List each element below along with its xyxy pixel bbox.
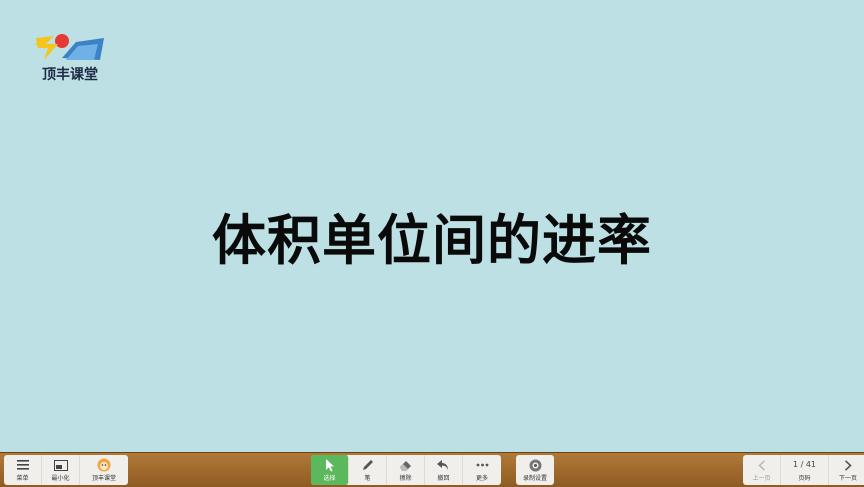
page-indicator: 1 / 41 bbox=[792, 460, 817, 469]
minimize-button[interactable]: 最小化 bbox=[42, 455, 80, 485]
more-icon bbox=[476, 463, 488, 467]
prev-page-button[interactable]: 上一页 bbox=[743, 455, 781, 485]
toolbar-left-group: 菜单 最小化 顶丰课堂 bbox=[4, 455, 128, 485]
bottom-toolbar: 菜单 最小化 顶丰课堂 选择 笔 擦除 撤回 更多 录制设置 上一页 1 / 4… bbox=[0, 452, 864, 487]
chevron-right-icon bbox=[844, 459, 852, 471]
minimize-label: 最小化 bbox=[51, 475, 70, 482]
camera-icon bbox=[529, 459, 541, 471]
undo-button[interactable]: 撤回 bbox=[425, 455, 463, 485]
record-settings-button[interactable]: 录制设置 bbox=[516, 455, 554, 485]
eraser-tool-button[interactable]: 擦除 bbox=[387, 455, 425, 485]
undo-icon bbox=[437, 459, 448, 470]
next-page-label: 下一页 bbox=[838, 475, 857, 482]
menu-button[interactable]: 菜单 bbox=[4, 455, 42, 485]
record-settings-label: 录制设置 bbox=[522, 475, 547, 482]
undo-label: 撤回 bbox=[437, 475, 450, 482]
next-page-button[interactable]: 下一页 bbox=[829, 455, 864, 485]
mascot-icon bbox=[97, 458, 111, 472]
pen-icon bbox=[362, 460, 373, 470]
minimize-icon bbox=[53, 459, 68, 471]
page-number-label: 页码 bbox=[798, 475, 811, 482]
pen-tool-button[interactable]: 笔 bbox=[349, 455, 387, 485]
slide-canvas: 顶丰课堂 体积单位间的进率 bbox=[0, 0, 864, 452]
brand-logo: 顶丰课堂 bbox=[30, 30, 110, 84]
slide-title: 体积单位间的进率 bbox=[212, 209, 652, 272]
prev-page-label: 上一页 bbox=[752, 475, 771, 482]
classroom-label: 顶丰课堂 bbox=[91, 475, 116, 482]
chevron-left-icon bbox=[757, 459, 765, 471]
toolbar-center-group: 选择 笔 擦除 撤回 更多 bbox=[311, 455, 501, 485]
eraser-tool-label: 擦除 bbox=[399, 475, 412, 482]
more-label: 更多 bbox=[475, 475, 488, 482]
more-button[interactable]: 更多 bbox=[463, 455, 501, 485]
toolbar-pager-group: 上一页 1 / 41 页码 下一页 bbox=[743, 455, 864, 485]
select-tool-label: 选择 bbox=[323, 475, 336, 482]
classroom-button[interactable]: 顶丰课堂 bbox=[80, 455, 128, 485]
menu-label: 菜单 bbox=[16, 475, 29, 482]
page-number-button[interactable]: 1 / 41 页码 bbox=[781, 455, 829, 485]
logo-emblem-icon bbox=[34, 34, 104, 60]
select-tool-button[interactable]: 选择 bbox=[311, 455, 349, 485]
eraser-icon bbox=[400, 460, 411, 471]
menu-icon bbox=[16, 460, 29, 470]
cursor-icon bbox=[325, 458, 334, 471]
pen-tool-label: 笔 bbox=[364, 475, 371, 482]
toolbar-settings-group: 录制设置 bbox=[516, 455, 554, 485]
logo-text: 顶丰课堂 bbox=[42, 67, 98, 83]
